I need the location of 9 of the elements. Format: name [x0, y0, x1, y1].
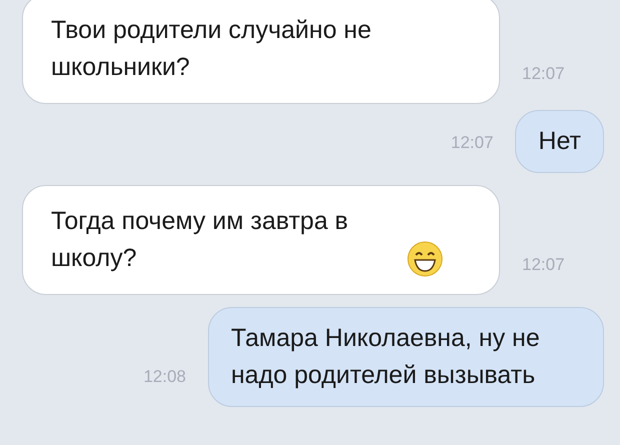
- message-time: 12:07: [522, 255, 565, 275]
- message-text: Тамара Николаевна, ну не надо родителей вызывать: [231, 323, 541, 391]
- message-time: 12:07: [522, 64, 565, 84]
- message-text: Твои родители случайно не школьники?: [51, 15, 372, 83]
- message-time: 12:08: [143, 367, 186, 387]
- grinning-emoji-icon: [407, 241, 443, 277]
- message-text: Нет: [538, 126, 581, 157]
- message-text: Тогда почему им завтра в школу?: [51, 206, 350, 274]
- message-time: 12:07: [450, 133, 494, 153]
